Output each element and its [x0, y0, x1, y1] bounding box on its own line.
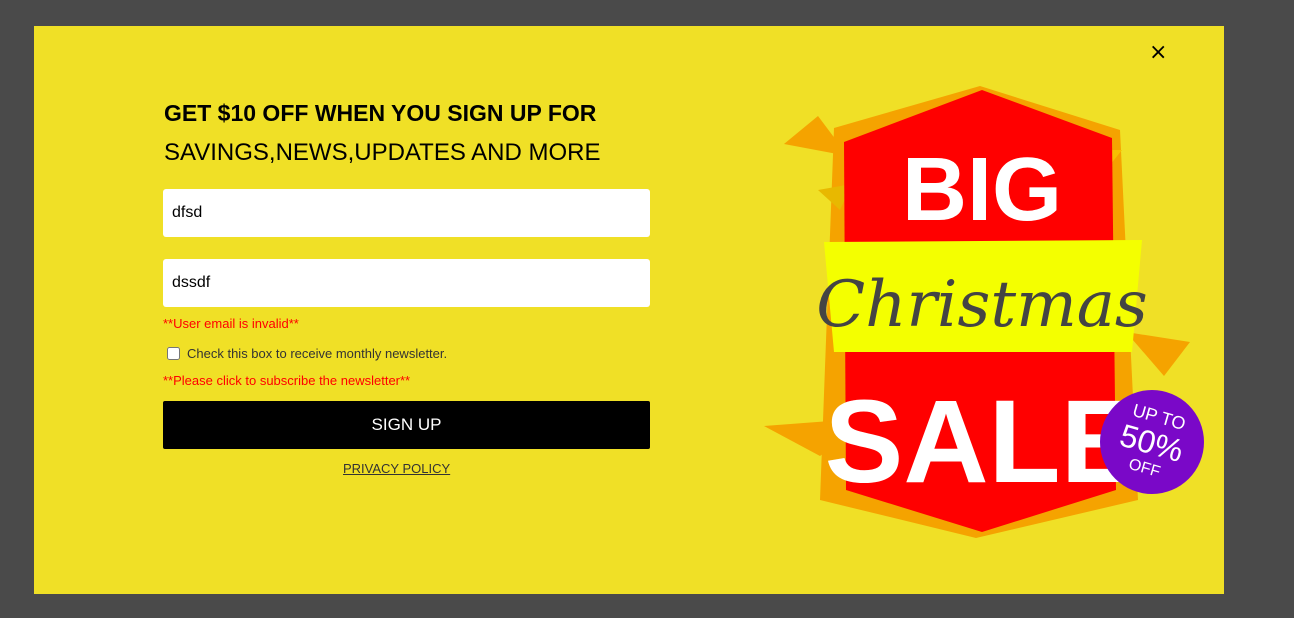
close-icon[interactable]: × — [1149, 40, 1167, 66]
privacy-policy-link[interactable]: PRIVACY POLICY — [343, 461, 450, 476]
offer-subheading: SAVINGS,NEWS,UPDATES AND MORE — [164, 139, 601, 166]
email-field[interactable] — [163, 259, 650, 307]
sign-up-button[interactable]: SIGN UP — [163, 401, 650, 449]
newsletter-checkbox[interactable] — [167, 347, 180, 360]
christmas-text: Christmas — [816, 268, 1148, 342]
newsletter-checkbox-label: Check this box to receive monthly newsle… — [187, 346, 448, 361]
offer-heading: GET $10 OFF WHEN YOU SIGN UP FOR — [164, 100, 597, 126]
newsletter-row: Check this box to receive monthly newsle… — [167, 346, 447, 361]
email-error-message: **User email is invalid** — [163, 316, 299, 331]
newsletter-error-message: **Please click to subscribe the newslett… — [163, 373, 411, 388]
christmas-sale-banner-image: BIG Christmas SALE UP TO 50% OFF — [764, 86, 1204, 538]
signup-modal: × GET $10 OFF WHEN YOU SIGN UP FOR SAVIN… — [34, 26, 1224, 594]
big-text: BIG — [902, 140, 1062, 240]
sale-text: SALE — [825, 376, 1140, 508]
name-field[interactable] — [163, 189, 650, 237]
